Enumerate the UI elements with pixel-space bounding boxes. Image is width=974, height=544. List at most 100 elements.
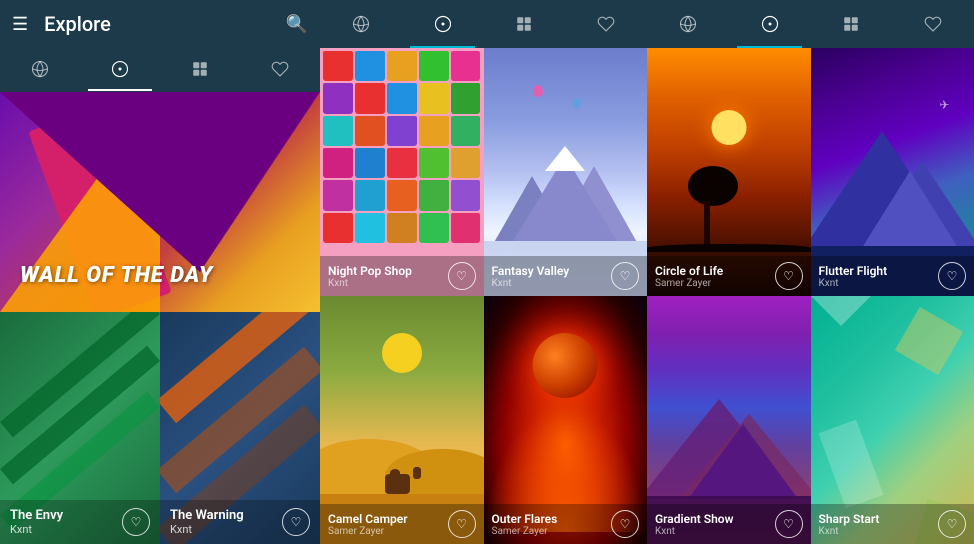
right-nav (647, 0, 974, 48)
warning-text: The Warning Kxnt (170, 508, 244, 536)
night-pop-heart-button[interactable]: ♡ (448, 262, 476, 290)
snow-cap (545, 146, 585, 171)
outer-overlay: Outer Flares Samer Zayer ♡ (484, 504, 648, 544)
wall-of-day[interactable]: WALL OF THE DAY (0, 92, 320, 312)
right-tab-explore[interactable] (729, 0, 811, 48)
tab-globe-left[interactable] (0, 47, 80, 91)
sharp-heart-button[interactable]: ♡ (938, 510, 966, 538)
wallpaper-gradient[interactable]: Gradient Show Kxnt ♡ (647, 296, 811, 544)
envy-label: The Envy Kxnt ♡ (0, 500, 160, 544)
tab-heart-left[interactable] (240, 47, 320, 91)
camel-sun (382, 333, 422, 373)
outer-name: Outer Flares (492, 512, 558, 526)
tab-gallery-left[interactable] (160, 47, 240, 91)
right-tab-heart[interactable] (892, 0, 974, 48)
envy-name: The Envy (10, 508, 63, 523)
outer-text: Outer Flares Samer Zayer (492, 512, 558, 537)
flutter-name: Flutter Flight (819, 264, 888, 278)
wallpaper-flutter[interactable]: ✈ Flutter Flight Kxnt ♡ (811, 48, 974, 296)
sharp-text: Sharp Start Kxnt (819, 512, 880, 537)
top-bar: ☰ Explore 🔍 (0, 0, 320, 48)
wall-shape-right (0, 92, 320, 272)
fantasy-text: Fantasy Valley Kxnt (492, 264, 570, 289)
sharp-name: Sharp Start (819, 512, 880, 526)
sharp-author: Kxnt (819, 526, 880, 537)
right-tab-gallery[interactable] (811, 0, 893, 48)
night-pop-author: Kxnt (328, 278, 412, 289)
grad-mountain-3 (688, 424, 798, 499)
camel-text: Camel Camper Samer Zayer (328, 512, 408, 537)
warning-heart-button[interactable]: ♡ (282, 508, 310, 536)
mid-tab-explore[interactable] (402, 0, 484, 48)
popsicle-grid (320, 48, 484, 246)
wallpaper-night-pop[interactable]: Night Pop Shop Kxnt ♡ (320, 48, 484, 296)
circle-heart-button[interactable]: ♡ (775, 262, 803, 290)
gradient-author: Kxnt (655, 526, 733, 537)
right-panel: Circle of Life Samer Zayer ♡ ✈ Flutter F… (647, 0, 974, 544)
mid-tab-globe[interactable] (320, 0, 402, 48)
mid-tab-heart[interactable] (565, 0, 647, 48)
wallpaper-camel[interactable]: Camel Camper Samer Zayer ♡ (320, 296, 484, 544)
gradient-text: Gradient Show Kxnt (655, 512, 733, 537)
bottom-wallpaper-grid: The Envy Kxnt ♡ The Warning Kxnt ♡ (0, 312, 320, 544)
middle-grid: Night Pop Shop Kxnt ♡ Fantasy Valley Kxn… (320, 48, 647, 544)
envy-author: Kxnt (10, 523, 63, 536)
wallpaper-fantasy[interactable]: Fantasy Valley Kxnt ♡ (484, 48, 648, 296)
envy-heart-button[interactable]: ♡ (122, 508, 150, 536)
search-icon[interactable]: 🔍 (286, 14, 308, 35)
sharp-shape-2 (895, 307, 963, 375)
middle-nav (320, 0, 647, 48)
balloon-2 (573, 98, 581, 108)
grass (647, 244, 811, 252)
camel-heart-button[interactable]: ♡ (448, 510, 476, 538)
circle-author: Samer Zayer (655, 278, 723, 289)
outer-heart-button[interactable]: ♡ (611, 510, 639, 538)
menu-icon[interactable]: ☰ (12, 14, 28, 35)
circle-text: Circle of Life Samer Zayer (655, 264, 723, 289)
flutter-mountain-3 (860, 171, 960, 251)
fantasy-name: Fantasy Valley (492, 264, 570, 278)
mid-tab-gallery[interactable] (484, 0, 566, 48)
flutter-overlay: Flutter Flight Kxnt ♡ (811, 256, 974, 296)
night-pop-overlay: Night Pop Shop Kxnt ♡ (320, 256, 484, 296)
outer-author: Samer Zayer (492, 526, 558, 537)
left-nav-tabs (0, 48, 320, 92)
left-panel: ☰ Explore 🔍 WALL OF THE DAY (0, 0, 320, 544)
camel-name: Camel Camper (328, 512, 408, 526)
sharp-shape-3 (818, 420, 883, 509)
wallpaper-warning[interactable]: The Warning Kxnt ♡ (160, 312, 320, 544)
camel-head (413, 467, 421, 479)
tab-explore-left[interactable] (80, 47, 160, 91)
gradient-overlay: Gradient Show Kxnt ♡ (647, 504, 811, 544)
warning-name: The Warning (170, 508, 244, 523)
wallpaper-outer[interactable]: Outer Flares Samer Zayer ♡ (484, 296, 648, 544)
page-title: Explore (44, 12, 285, 36)
fantasy-overlay: Fantasy Valley Kxnt ♡ (484, 256, 648, 296)
camel-hump (390, 469, 400, 477)
night-pop-text: Night Pop Shop Kxnt (328, 264, 412, 289)
fantasy-author: Kxnt (492, 278, 570, 289)
gradient-heart-button[interactable]: ♡ (775, 510, 803, 538)
wall-of-day-label: WALL OF THE DAY (20, 263, 213, 288)
sharp-overlay: Sharp Start Kxnt ♡ (811, 504, 974, 544)
wallpaper-sharp[interactable]: Sharp Start Kxnt ♡ (811, 296, 974, 544)
fantasy-heart-button[interactable]: ♡ (611, 262, 639, 290)
flutter-author: Kxnt (819, 278, 888, 289)
flutter-heart-button[interactable]: ♡ (938, 262, 966, 290)
warning-author: Kxnt (170, 523, 244, 536)
plane-silhouette: ✈ (939, 98, 949, 112)
warning-label: The Warning Kxnt ♡ (160, 500, 320, 544)
right-tab-globe[interactable] (647, 0, 729, 48)
tree-top (688, 166, 738, 206)
right-grid: Circle of Life Samer Zayer ♡ ✈ Flutter F… (647, 48, 974, 544)
outer-planet (533, 333, 598, 398)
circle-name: Circle of Life (655, 264, 723, 278)
circle-sun (711, 110, 746, 145)
gradient-name: Gradient Show (655, 512, 733, 526)
wallpaper-envy[interactable]: The Envy Kxnt ♡ (0, 312, 160, 544)
sharp-shape-1 (811, 296, 883, 326)
camel-author: Samer Zayer (328, 526, 408, 537)
wallpaper-circle[interactable]: Circle of Life Samer Zayer ♡ (647, 48, 811, 296)
middle-panel: Night Pop Shop Kxnt ♡ Fantasy Valley Kxn… (320, 0, 647, 544)
flutter-text: Flutter Flight Kxnt (819, 264, 888, 289)
